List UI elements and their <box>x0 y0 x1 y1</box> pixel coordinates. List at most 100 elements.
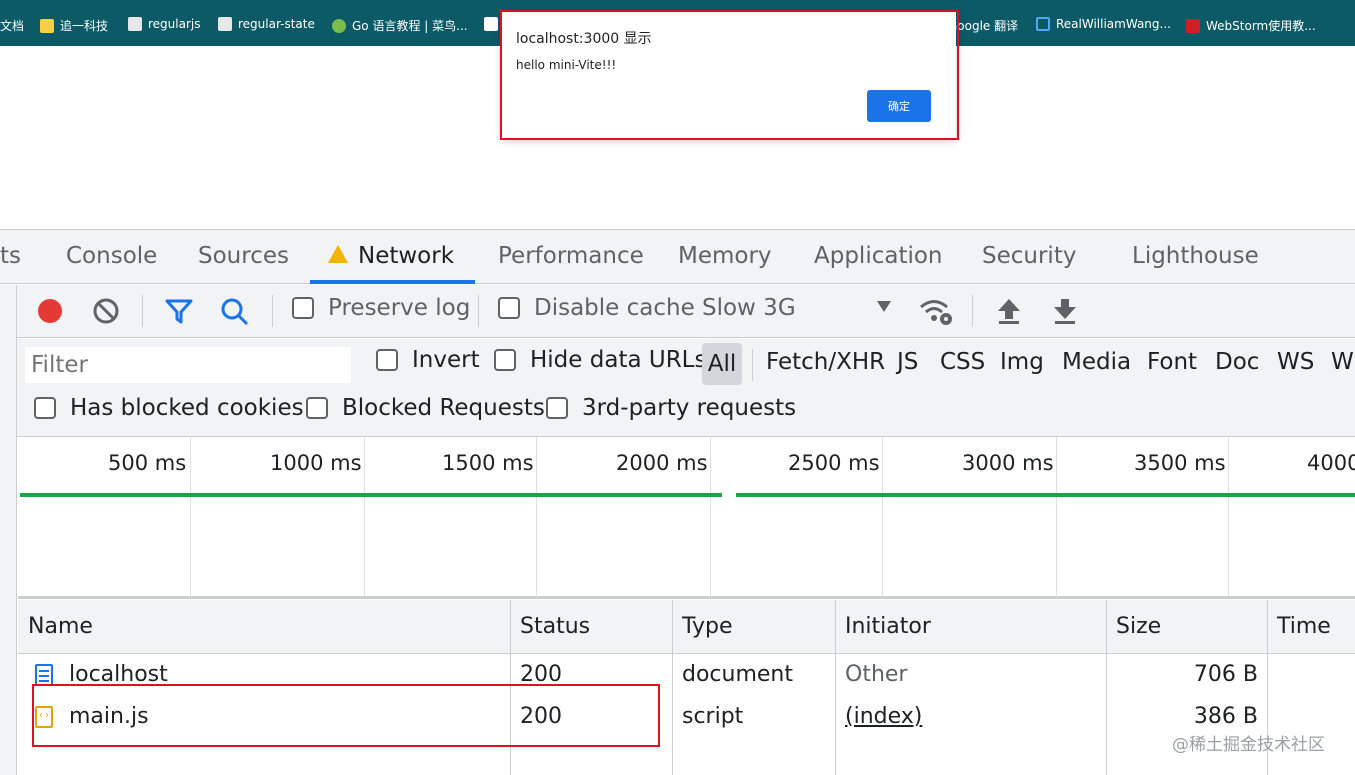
tab-security[interactable]: Security <box>982 243 1076 269</box>
bookmark-flag[interactable] <box>484 17 498 31</box>
tab-application[interactable]: Application <box>814 243 943 269</box>
bookmark-zhuiyi[interactable]: 追一科技 <box>40 17 108 34</box>
bookmark-google-translate[interactable]: Google 翻译 <box>948 17 1018 34</box>
timeline-tick-label: 4000 <box>1307 451 1355 475</box>
timeline-tick-label: 3500 ms <box>1134 451 1226 475</box>
watermark: @稀土掘金技术社区 <box>1172 735 1325 755</box>
bookmark-webstorm[interactable]: WebStorm使用教... <box>1186 17 1316 34</box>
checkbox-box <box>546 397 568 419</box>
timeline-request-bar <box>20 493 722 497</box>
table-row[interactable]: localhost 200 document Other 706 B <box>18 655 1355 697</box>
has-blocked-cookies-checkbox[interactable]: Has blocked cookies <box>34 395 304 421</box>
record-icon <box>38 299 62 323</box>
request-type: document <box>682 662 793 687</box>
tab-elements[interactable]: ts <box>0 243 21 269</box>
hide-data-urls-checkbox[interactable]: Hide data URLs <box>494 347 706 373</box>
throttling-dropdown-icon[interactable] <box>876 299 892 313</box>
request-initiator-link[interactable]: (index) <box>845 704 922 729</box>
filter-type-js[interactable]: JS <box>897 349 918 375</box>
filter-type-font[interactable]: Font <box>1147 349 1197 375</box>
filter-type-img[interactable]: Img <box>1000 349 1044 375</box>
record-button[interactable] <box>36 297 64 325</box>
upload-icon <box>998 299 1020 324</box>
warning-icon <box>328 244 348 263</box>
checkbox-box <box>494 349 516 371</box>
filter-toggle-button[interactable] <box>164 297 194 325</box>
filter-type-all[interactable]: All <box>702 343 742 385</box>
filter-input[interactable] <box>25 347 351 383</box>
network-conditions-button[interactable] <box>918 295 954 327</box>
third-party-requests-checkbox[interactable]: 3rd-party requests <box>546 395 796 421</box>
checkbox-box <box>376 349 398 371</box>
request-name: localhost <box>69 662 168 687</box>
column-divider[interactable] <box>835 600 836 775</box>
export-har-button[interactable] <box>1052 297 1078 325</box>
wifi-settings-icon <box>920 300 952 325</box>
tab-network[interactable]: Network <box>328 243 454 269</box>
column-divider[interactable] <box>510 600 511 775</box>
tab-console[interactable]: Console <box>66 243 157 269</box>
active-tab-indicator <box>310 280 475 284</box>
checkbox-box <box>306 397 328 419</box>
filter-bar: Invert Hide data URLs All Fetch/XHR JS C… <box>0 339 1355 437</box>
column-header-time[interactable]: Time <box>1277 614 1331 639</box>
dialog-ok-button[interactable]: 确定 <box>867 90 931 122</box>
disable-cache-checkbox[interactable]: Disable cache <box>498 295 695 321</box>
devtools-panel: ts Console Sources Network Performance M… <box>0 229 1355 775</box>
block-icon <box>93 298 119 324</box>
network-overview-timeline[interactable]: 500 ms 1000 ms 1500 ms 2000 ms 2500 ms 3… <box>18 437 1355 599</box>
filter-type-ws[interactable]: WS <box>1277 349 1314 375</box>
document-icon <box>35 664 53 686</box>
devtools-tabs: ts Console Sources Network Performance M… <box>0 230 1355 284</box>
checkbox-box <box>34 397 56 419</box>
bookmark-go-tutorial[interactable]: Go 语言教程 | 菜鸟... <box>332 17 468 34</box>
request-type: script <box>682 704 744 729</box>
bookmark-regular-state[interactable]: regular-state <box>218 17 315 31</box>
folder-icon <box>40 18 54 33</box>
column-header-status[interactable]: Status <box>520 614 590 639</box>
timeline-tick-label: 2500 ms <box>788 451 880 475</box>
drawer-side-strip <box>0 285 17 775</box>
bookmark-realwilliamwang[interactable]: RealWilliamWang... <box>1036 17 1171 31</box>
bookmark-regularjs[interactable]: regularjs <box>128 17 200 31</box>
tab-lighthouse[interactable]: Lighthouse <box>1132 243 1259 269</box>
dialog-title: localhost:3000 显示 <box>516 31 652 47</box>
tab-memory[interactable]: Memory <box>678 243 772 269</box>
clear-button[interactable] <box>92 297 120 325</box>
filter-type-wasm[interactable]: W <box>1331 349 1354 375</box>
tab-sources[interactable]: Sources <box>198 243 289 269</box>
filter-type-media[interactable]: Media <box>1062 349 1131 375</box>
column-header-name[interactable]: Name <box>28 614 93 639</box>
import-har-button[interactable] <box>996 297 1022 325</box>
invert-checkbox[interactable]: Invert <box>376 347 480 373</box>
column-header-type[interactable]: Type <box>682 614 733 639</box>
request-size: 706 B <box>1193 662 1258 687</box>
tab-performance[interactable]: Performance <box>498 243 644 269</box>
flag-icon <box>484 17 498 31</box>
toolbar-divider <box>142 295 143 327</box>
column-divider[interactable] <box>1106 600 1107 775</box>
timeline-tick-label: 2000 ms <box>616 451 708 475</box>
alert-dialog: localhost:3000 显示 hello mini-Vite!!! 确定 <box>502 12 956 138</box>
column-divider[interactable] <box>672 600 673 775</box>
filter-type-fetch-xhr[interactable]: Fetch/XHR <box>766 349 885 375</box>
throttling-select[interactable]: Slow 3G <box>702 295 796 321</box>
tv-icon <box>1036 17 1050 31</box>
filter-icon <box>165 299 193 324</box>
search-icon <box>221 298 249 326</box>
timeline-tick-label: 1500 ms <box>442 451 534 475</box>
search-button[interactable] <box>220 297 250 327</box>
table-row[interactable]: ‹› main.js 200 script (index) 386 B <box>18 697 1355 739</box>
filter-type-doc[interactable]: Doc <box>1215 349 1259 375</box>
checkbox-box <box>292 297 314 319</box>
filter-type-css[interactable]: CSS <box>940 349 985 375</box>
blocked-requests-checkbox[interactable]: Blocked Requests <box>306 395 545 421</box>
triangle-down-icon <box>877 301 891 312</box>
request-size: 386 B <box>1193 704 1258 729</box>
column-header-size[interactable]: Size <box>1116 614 1161 639</box>
preserve-log-checkbox[interactable]: Preserve log <box>292 295 470 321</box>
bookmark-docs[interactable]: 文档 <box>0 17 24 34</box>
toolbar-divider <box>972 295 973 327</box>
column-header-initiator[interactable]: Initiator <box>845 614 931 639</box>
csdn-icon <box>1186 18 1200 33</box>
